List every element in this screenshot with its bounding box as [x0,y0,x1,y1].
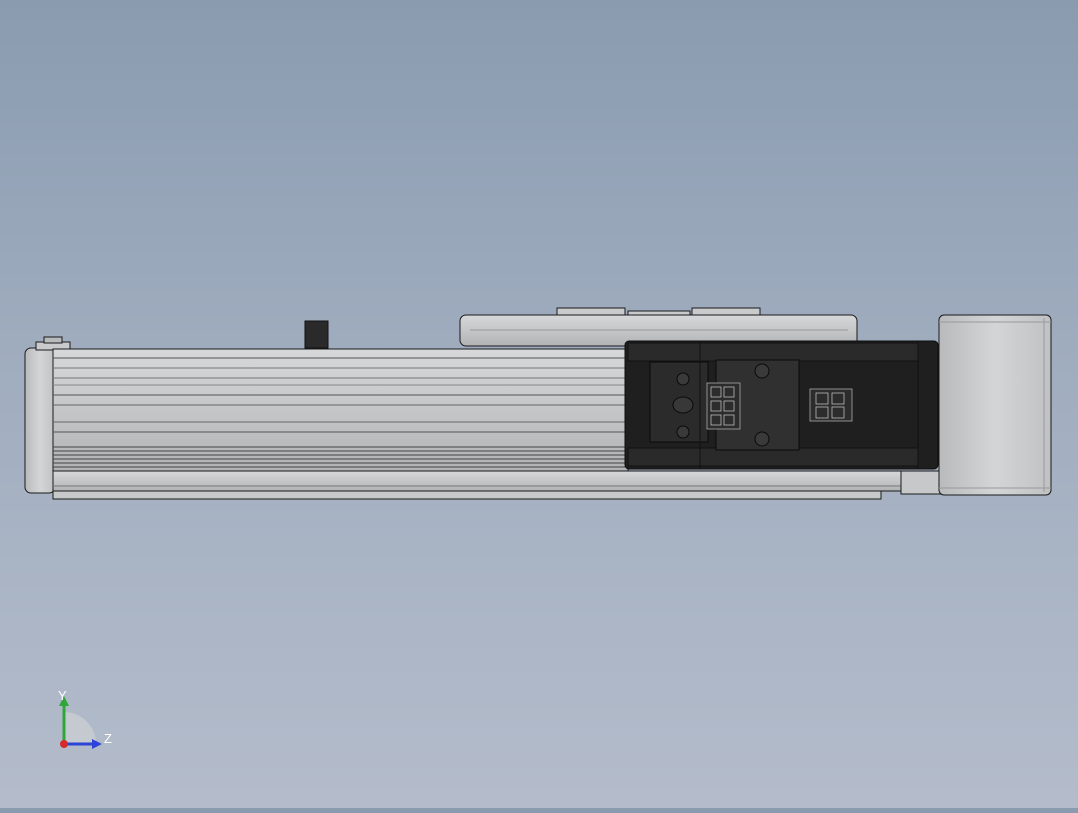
sensor-block [304,320,329,349]
motor-drive-block [624,340,939,470]
coordinate-triad: Y Z [48,682,128,762]
connector [706,382,741,430]
carriage-plate [459,307,858,347]
right-end-cap [938,314,1052,496]
y-axis-label: Y [58,688,67,703]
origin-marker [60,740,68,748]
z-axis-label: Z [104,731,112,746]
aluminum-profile [52,348,629,472]
linear-actuator-model [24,307,1052,500]
base-strip [52,470,942,500]
graphics-viewport[interactable]: Y Z [0,0,1078,808]
